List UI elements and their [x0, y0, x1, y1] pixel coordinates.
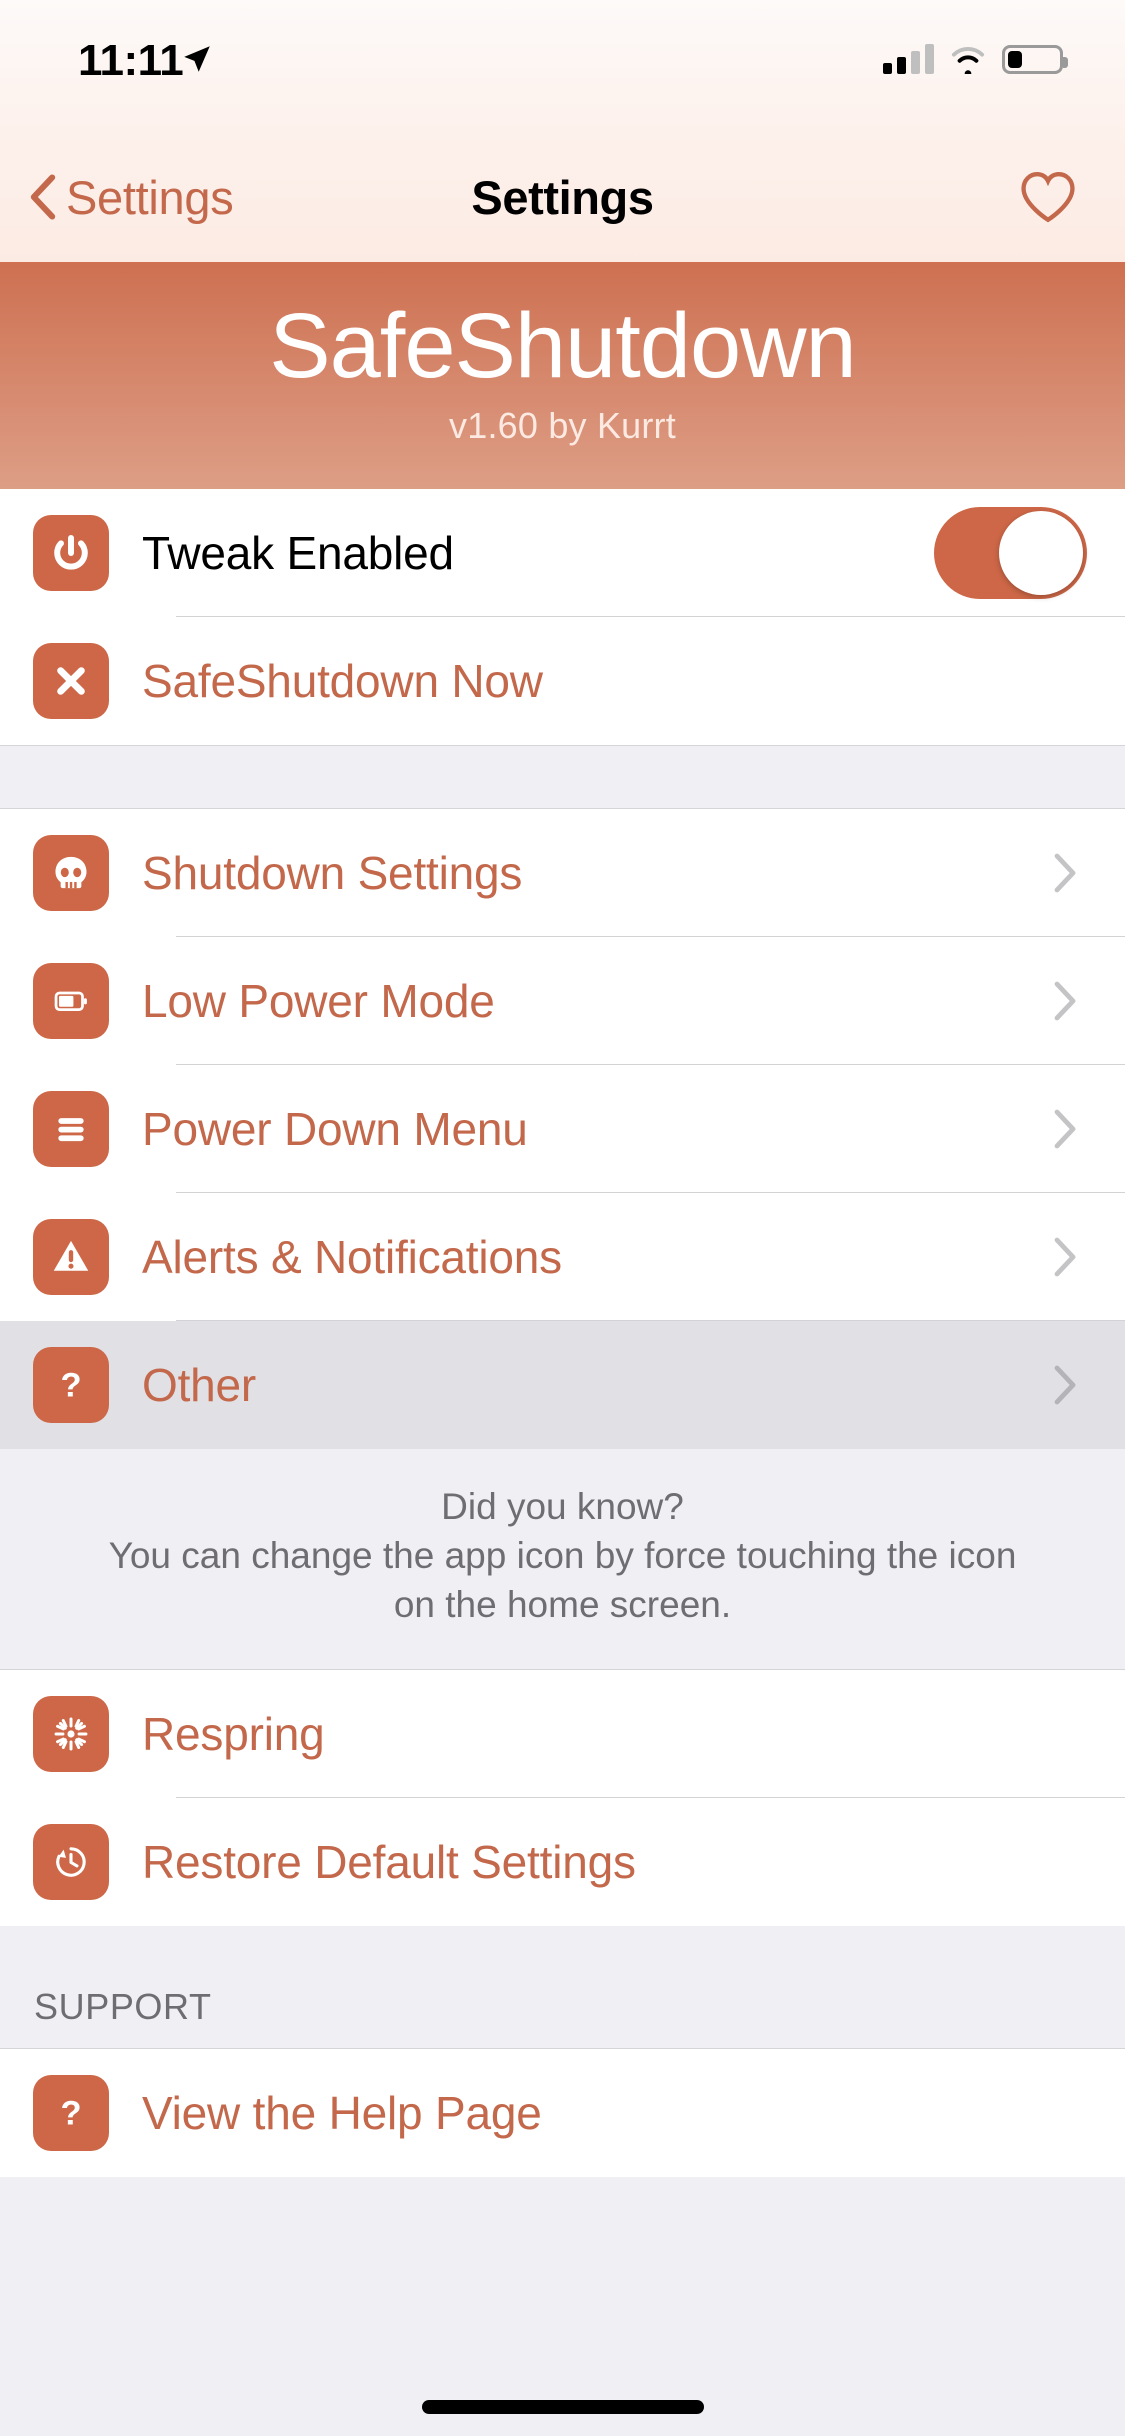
- row-label: Tweak Enabled: [142, 527, 454, 579]
- row-restore-default-settings[interactable]: Restore Default Settings: [0, 1798, 1125, 1927]
- close-x-icon: [33, 643, 109, 719]
- list-menu-icon: [33, 1091, 109, 1167]
- chevron-right-icon: [1054, 981, 1076, 1021]
- app-banner: SafeShutdown v1.60 by Kurrt: [0, 262, 1125, 489]
- row-label: Low Power Mode: [142, 975, 495, 1027]
- home-indicator[interactable]: [421, 2400, 704, 2414]
- skull-icon: [33, 835, 109, 911]
- wifi-icon: [951, 47, 985, 74]
- row-label: Restore Default Settings: [142, 1836, 636, 1889]
- status-bar: 11:11: [0, 0, 1125, 132]
- row-safeshutdown-now[interactable]: SafeShutdown Now: [0, 617, 1125, 745]
- row-label: Power Down Menu: [142, 1103, 528, 1155]
- row-label: View the Help Page: [142, 2087, 542, 2140]
- toggle-knob: [999, 511, 1083, 595]
- group-settings-pages: Shutdown Settings Low Power Mode Power D…: [0, 809, 1125, 1449]
- chevron-right-icon: [1054, 1109, 1076, 1149]
- footer-line-3: on the home screen.: [393, 1583, 732, 1625]
- footer-line-1: Did you know?: [441, 1486, 684, 1527]
- row-label: Respring: [142, 1708, 325, 1761]
- group-maintenance: Respring Restore Default Settings: [0, 1670, 1125, 1927]
- chevron-right-icon: [1054, 1237, 1076, 1277]
- row-shutdown-settings[interactable]: Shutdown Settings: [0, 809, 1125, 937]
- status-bar-indicators: [883, 44, 1068, 74]
- battery-icon: [33, 963, 109, 1039]
- power-icon: [33, 515, 109, 591]
- group-spacer: [0, 745, 1125, 809]
- navigation-bar: Settings Settings: [0, 132, 1125, 262]
- chevron-right-icon: [1054, 853, 1076, 893]
- group-main-actions: Tweak Enabled SafeShutdown Now: [0, 489, 1125, 745]
- app-version: v1.60 by Kurrt: [449, 404, 676, 446]
- row-power-down-menu[interactable]: Power Down Menu: [0, 1065, 1125, 1193]
- support-section-header: SUPPORT: [0, 1926, 1125, 2050]
- row-label: Other: [142, 1359, 257, 1411]
- row-other[interactable]: ? Other: [0, 1321, 1125, 1449]
- history-clock-icon: [33, 1824, 109, 1901]
- battery-icon: [1002, 45, 1068, 74]
- tweak-enabled-toggle[interactable]: [934, 507, 1087, 599]
- row-alerts-notifications[interactable]: Alerts & Notifications: [0, 1193, 1125, 1321]
- row-label: SafeShutdown Now: [142, 655, 543, 707]
- question-mark-icon: ?: [33, 1347, 109, 1423]
- cellular-signal-icon: [883, 44, 934, 74]
- warning-triangle-icon: [33, 1219, 109, 1295]
- row-low-power-mode[interactable]: Low Power Mode: [0, 937, 1125, 1065]
- row-label: Alerts & Notifications: [142, 1231, 562, 1283]
- svg-text:?: ?: [60, 2095, 81, 2133]
- settings-screen: 11:11 Settings Settings SafeShutdown v1.…: [0, 0, 1125, 2436]
- heart-outline-icon[interactable]: [1019, 170, 1077, 224]
- location-arrow-icon: [184, 46, 210, 72]
- row-view-help-page[interactable]: ? View the Help Page: [0, 2049, 1125, 2178]
- svg-text:?: ?: [60, 1367, 81, 1405]
- row-label: Shutdown Settings: [142, 847, 523, 899]
- row-tweak-enabled[interactable]: Tweak Enabled: [0, 489, 1125, 617]
- page-title: Settings: [471, 170, 654, 224]
- question-mark-icon: ?: [33, 2075, 109, 2152]
- did-you-know-footer: Did you know? You can change the app ico…: [0, 1449, 1125, 1671]
- footer-line-2: You can change the app icon by force tou…: [108, 1534, 1017, 1576]
- group-support: ? View the Help Page: [0, 2049, 1125, 2178]
- row-respring[interactable]: Respring: [0, 1670, 1125, 1799]
- status-bar-time: 11:11: [78, 36, 184, 85]
- spinner-burst-icon: [33, 1696, 109, 1773]
- app-name: SafeShutdown: [269, 295, 856, 398]
- chevron-right-icon: [1054, 1365, 1076, 1405]
